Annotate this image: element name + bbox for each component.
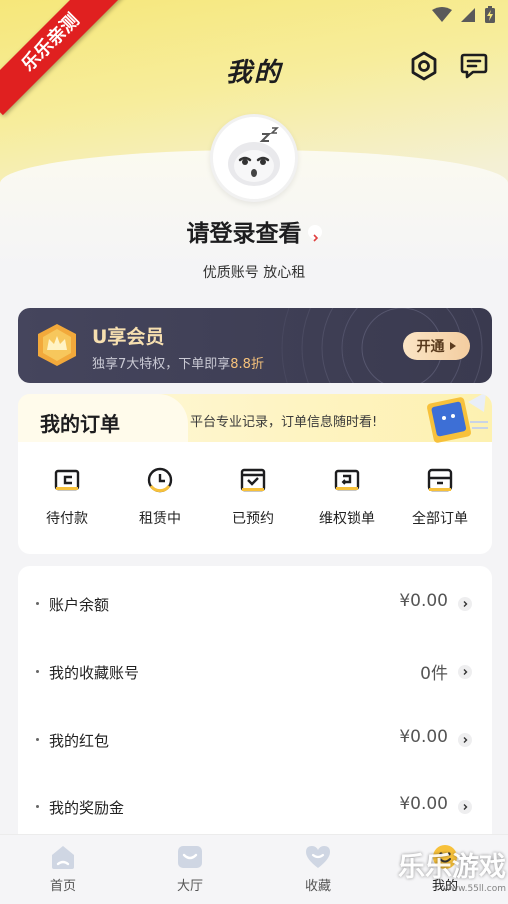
- order-renting[interactable]: 租赁中: [113, 466, 207, 528]
- calendar-check-icon: [240, 468, 266, 492]
- list-item-label: 账户余额: [49, 596, 110, 614]
- order-item-label: 已预约: [232, 511, 274, 527]
- list-item-favorites[interactable]: 我的收藏账号 0件: [18, 642, 492, 702]
- chevron-right-icon: [458, 597, 472, 611]
- tab-label: 大厅: [176, 879, 203, 894]
- battery-icon: [485, 6, 495, 23]
- sleeping-mascot-icon: [228, 127, 280, 186]
- watermark-url: www.55ll.com: [443, 884, 506, 894]
- bullet: [36, 805, 39, 808]
- vip-open-label: 开通: [416, 339, 445, 355]
- settings-icon: [411, 51, 437, 81]
- vip-discount: 8.8折: [230, 357, 264, 372]
- chevron-right-icon: [458, 665, 472, 679]
- vip-crown-badge-icon: [38, 324, 76, 366]
- order-all[interactable]: 全部订单: [393, 466, 487, 528]
- login-prompt[interactable]: 请登录查看: [0, 214, 508, 248]
- status-bar: [432, 6, 496, 24]
- login-title-text: 请登录查看: [186, 221, 302, 247]
- wifi-icon: [432, 7, 452, 22]
- tab-label: 收藏: [304, 879, 331, 894]
- order-pending-payment[interactable]: 待付款: [20, 466, 114, 528]
- order-item-label: 租赁中: [139, 511, 181, 527]
- order-rights-lock[interactable]: 维权锁单: [300, 466, 394, 528]
- vip-title: U享会员: [92, 326, 165, 348]
- list-item-value: 0件: [420, 664, 448, 684]
- list-item-red-packet[interactable]: 我的红包 ¥0.00: [18, 710, 492, 770]
- bullet: [36, 602, 39, 605]
- tab-favorites[interactable]: 收藏: [278, 843, 358, 894]
- list-item-value: ¥0.00: [399, 727, 448, 747]
- account-list: 账户余额 ¥0.00 我的收藏账号 0件 我的红包 ¥0.00 我的奖励金 ¥0…: [18, 566, 492, 856]
- order-item-label: 维权锁单: [319, 511, 375, 527]
- vip-description: 独享7大特权，下单即享8.8折: [92, 353, 264, 372]
- order-item-label: 全部订单: [412, 511, 468, 527]
- profile-subtitle: 优质账号 放心租: [202, 265, 306, 281]
- heart-icon: [306, 846, 330, 868]
- settings-button[interactable]: [408, 50, 440, 82]
- home-icon: [52, 846, 74, 869]
- list-item-value: ¥0.00: [399, 591, 448, 611]
- list-item-reward[interactable]: 我的奖励金 ¥0.00: [18, 777, 492, 837]
- watermark-text: 乐乐游戏: [398, 852, 506, 883]
- watermark-logo: 乐乐游戏 www.55ll.com: [390, 852, 506, 904]
- orders-card: 我的订单 平台专业记录，订单信息随时看! 待付款 租赁中 已预约 维权锁单 全部…: [18, 394, 492, 554]
- chevron-right-icon: [458, 800, 472, 814]
- message-icon: [460, 53, 488, 79]
- list-item-value: ¥0.00: [399, 794, 448, 814]
- order-reserved[interactable]: 已预约: [206, 466, 300, 528]
- vip-open-button[interactable]: 开通: [403, 332, 470, 360]
- order-book-illustration-icon: [427, 394, 488, 443]
- tab-label: 首页: [49, 879, 76, 894]
- vip-desc-text: 独享7大特权，下单即享: [92, 357, 231, 372]
- list-item-label: 我的奖励金: [49, 799, 125, 817]
- orders-title: 我的订单: [40, 412, 120, 436]
- order-item-label: 待付款: [46, 511, 88, 527]
- lock-order-icon: [334, 469, 360, 491]
- chevron-right-icon: [458, 733, 472, 747]
- list-item-balance[interactable]: 账户余额 ¥0.00: [18, 574, 492, 634]
- message-button[interactable]: [458, 50, 490, 82]
- clock-icon: [147, 467, 173, 493]
- signal-icon: [461, 8, 475, 22]
- tab-hall[interactable]: 大厅: [150, 843, 230, 894]
- hall-icon: [178, 846, 202, 868]
- play-arrow-icon: [449, 342, 456, 350]
- chevron-right-icon: [307, 224, 322, 242]
- box-icon: [427, 468, 453, 492]
- bullet: [36, 670, 39, 673]
- list-item-label: 我的收藏账号: [49, 664, 140, 682]
- wallet-icon: [54, 469, 80, 491]
- list-item-label: 我的红包: [49, 732, 110, 750]
- bullet: [36, 738, 39, 741]
- orders-tip: 平台专业记录，订单信息随时看!: [190, 415, 378, 430]
- tab-home[interactable]: 首页: [23, 843, 103, 894]
- avatar[interactable]: [210, 114, 298, 202]
